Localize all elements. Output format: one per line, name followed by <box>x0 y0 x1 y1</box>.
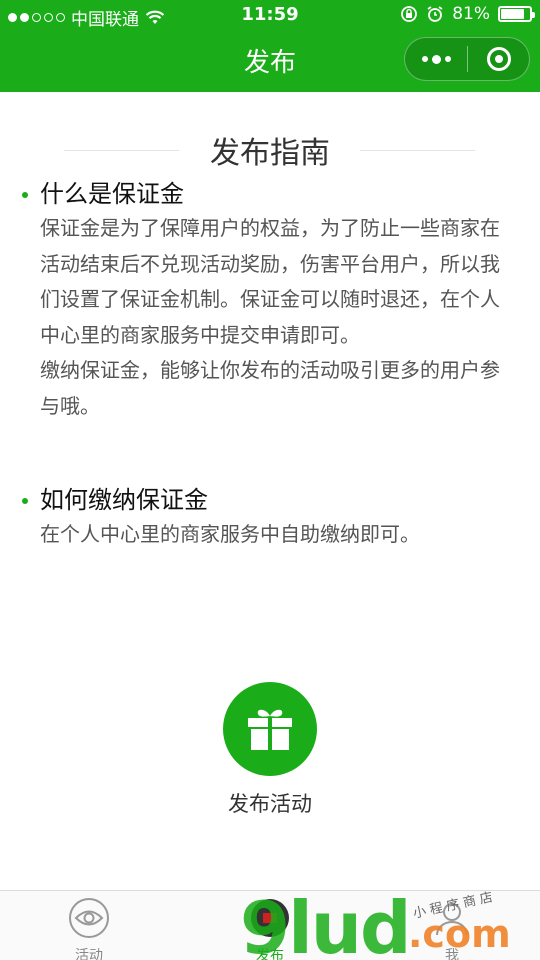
publish-activity-button[interactable] <box>223 682 317 776</box>
section-title: 什么是保证金 <box>22 177 507 211</box>
paragraph: 在个人中心里的商家服务中自助缴纳即可。 <box>40 522 420 546</box>
gift-icon <box>248 709 292 750</box>
battery-fill <box>501 9 524 19</box>
publish-activity-label[interactable]: 发布活动 <box>0 788 540 818</box>
alarm-icon <box>427 6 443 22</box>
tab-bar: 活动 发布 我 <box>0 890 540 960</box>
divider-right <box>360 150 475 151</box>
section-what-is-deposit: 什么是保证金 保证金是为了保障用户的权益，为了防止一些商家在活动结束后不兑现活动… <box>22 177 507 424</box>
paragraph: 缴纳保证金，能够让你发布的活动吸引更多的用户参与哦。 <box>40 358 500 418</box>
bullet-dot <box>22 498 28 504</box>
mini-program-capsule <box>404 37 530 81</box>
section-title-text: 什么是保证金 <box>40 180 184 208</box>
section-title-text: 如何缴纳保证金 <box>40 486 208 514</box>
more-button[interactable] <box>405 38 467 80</box>
close-ring-icon <box>486 47 511 71</box>
rotation-lock-icon <box>401 6 418 22</box>
top-bar: 中国联通 11:59 81% 发布 <box>0 0 540 92</box>
bullet-dot <box>22 192 28 198</box>
section-body: 在个人中心里的商家服务中自助缴纳即可。 <box>22 517 507 553</box>
tab-me[interactable]: 我 <box>402 897 502 960</box>
tab-activity[interactable]: 活动 <box>39 897 139 960</box>
tab-label: 活动 <box>75 948 103 960</box>
section-body: 保证金是为了保障用户的权益，为了防止一些商家在活动结束后不兑现活动奖励，伤害平台… <box>22 211 507 424</box>
section-title: 如何缴纳保证金 <box>22 483 507 517</box>
battery-icon <box>498 6 535 22</box>
paragraph: 保证金是为了保障用户的权益，为了防止一些商家在活动结束后不兑现活动奖励，伤害平台… <box>40 216 500 347</box>
tab-publish[interactable]: 发布 <box>220 897 320 960</box>
battery-percent: 81% <box>452 4 490 24</box>
eye-icon <box>69 898 109 938</box>
guide-header: 发布指南 <box>0 128 540 172</box>
tab-label: 我 <box>445 948 459 960</box>
user-icon <box>436 903 468 936</box>
tab-label: 发布 <box>256 948 284 960</box>
status-bar: 中国联通 11:59 81% <box>0 0 540 30</box>
close-button[interactable] <box>468 38 529 80</box>
publish-icon <box>251 899 289 937</box>
section-how-to-pay: 如何缴纳保证金 在个人中心里的商家服务中自助缴纳即可。 <box>22 483 507 553</box>
